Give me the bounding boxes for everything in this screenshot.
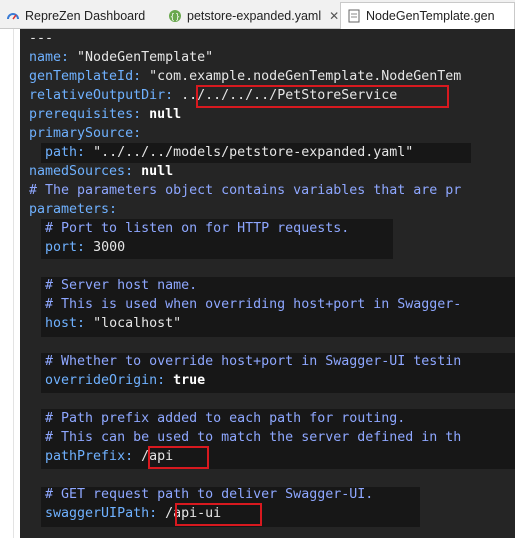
- gentemplate-file-icon: [347, 9, 361, 23]
- code-line: genTemplateId: "com.example.nodeGenTempl…: [29, 69, 462, 84]
- code-line: # Path prefix added to each path for rou…: [45, 411, 406, 426]
- code-line: name: "NodeGenTemplate": [29, 50, 214, 65]
- code-line: # Whether to override host+port in Swagg…: [45, 354, 462, 369]
- code-line: # GET request path to deliver Swagger-UI…: [45, 487, 374, 502]
- code-line: host: "localhost": [45, 316, 182, 331]
- code-line: # Server host name.: [45, 278, 198, 293]
- code-line: overrideOrigin: true: [45, 373, 206, 388]
- highlight-swagger-ui-path: [175, 503, 262, 526]
- close-icon[interactable]: ✕: [329, 9, 339, 23]
- code-line: # This is used when overriding host+port…: [45, 297, 462, 312]
- yaml-editor[interactable]: --- name: "NodeGenTemplate" genTemplateI…: [20, 29, 515, 538]
- highlight-path-prefix: [148, 446, 209, 469]
- tab-reprezen-dashboard[interactable]: RepreZen Dashboard: [0, 3, 162, 28]
- tab-label: petstore-expanded.yaml: [187, 8, 322, 23]
- tab-nodegentemplate-gen[interactable]: NodeGenTemplate.gen: [340, 2, 515, 29]
- code-line: parameters:: [29, 202, 118, 217]
- editor-gutter: [0, 29, 14, 538]
- tab-petstore-expanded-yaml[interactable]: {} petstore-expanded.yaml ✕: [162, 3, 340, 28]
- code-line: # This can be used to match the server d…: [45, 430, 462, 445]
- code-line: # Port to listen on for HTTP requests.: [45, 221, 350, 236]
- code-line: prerequisites: null: [29, 107, 182, 122]
- code-line: # The parameters object contains variabl…: [29, 183, 462, 198]
- tab-label: RepreZen Dashboard: [25, 8, 146, 23]
- swagger-file-icon: {}: [168, 9, 182, 23]
- tab-label: NodeGenTemplate.gen: [366, 9, 495, 23]
- code-line: primarySource:: [29, 126, 142, 141]
- code-line: namedSources: null: [29, 164, 174, 179]
- code-line: port: 3000: [45, 240, 126, 255]
- code-line: path: "../../../models/petstore-expanded…: [45, 145, 414, 160]
- editor-tab-bar: RepreZen Dashboard {} petstore-expanded.…: [0, 0, 515, 29]
- highlight-relative-output-dir: [196, 85, 449, 108]
- dashboard-icon: [6, 9, 20, 23]
- svg-text:{}: {}: [170, 12, 180, 21]
- code-line: ---: [29, 31, 54, 46]
